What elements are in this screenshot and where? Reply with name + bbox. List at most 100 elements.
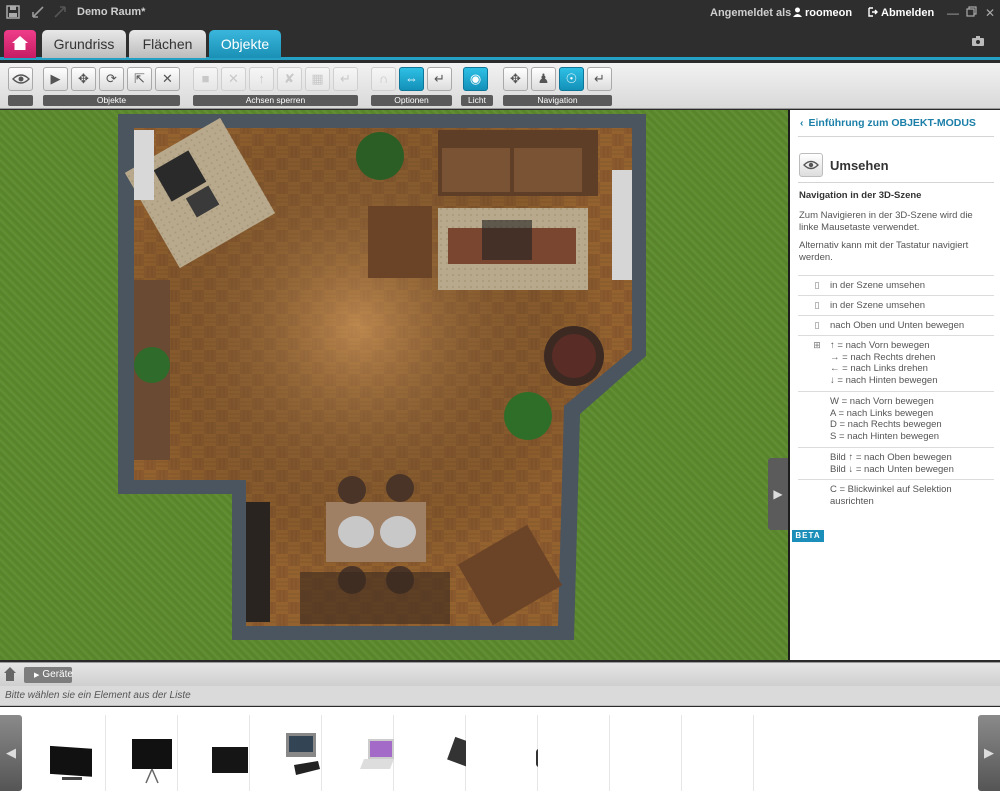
row-line: ↓ = nach Hinten bewegen — [830, 374, 938, 386]
select-tool-button[interactable]: ▶ — [43, 67, 68, 91]
group-label-achsen: Achsen sperren — [193, 95, 358, 106]
beta-badge: BETA — [792, 530, 824, 542]
chevron-right-icon: ▶ — [984, 745, 994, 760]
reset-icon: ↵ — [434, 71, 445, 86]
row-line: S = nach Hinten bewegen — [830, 430, 940, 442]
lock-axis-4-button[interactable]: ✘ — [277, 67, 302, 91]
tab-objekte[interactable]: Objekte — [209, 30, 281, 58]
catalog-item-cabinet[interactable] — [542, 715, 610, 791]
look-around-button[interactable] — [8, 67, 33, 91]
option-1-button[interactable]: ∩ — [371, 67, 396, 91]
mouse-icon: ▯ — [814, 300, 820, 310]
intro-link[interactable]: ‹ Einführung zum OBJEKT-MODUS — [800, 117, 976, 129]
minimize-icon[interactable]: — — [946, 6, 960, 20]
axis-z-icon: ✘ — [284, 71, 295, 86]
nav-fly-button[interactable]: ☉ — [559, 67, 584, 91]
username[interactable]: roomeon — [793, 7, 852, 19]
catalog-item-computer[interactable] — [254, 715, 322, 791]
list-item: ⊞ ↑ = nach Vorn bewegen → = nach Rechts … — [798, 335, 994, 391]
3d-scene[interactable]: ▶ — [0, 110, 788, 660]
row-line: ausrichten — [830, 495, 874, 507]
rotate-icon: ⟳ — [106, 71, 117, 86]
row-text: W = nach Vorn bewegen A = nach Links bew… — [830, 396, 990, 442]
login-label: Angemeldet als — [710, 7, 792, 19]
nav-orbit-button[interactable]: ✥ — [503, 67, 528, 91]
chevron-left-icon: ◀ — [6, 745, 16, 760]
nav-walk-button[interactable]: ♟ — [531, 67, 556, 91]
list-item: W = nach Vorn bewegen A = nach Links bew… — [798, 391, 994, 447]
rotate-tool-button[interactable]: ⟳ — [99, 67, 124, 91]
row-text: nach Oben und Unten bewegen — [830, 320, 965, 331]
catalog-item-laptop[interactable] — [326, 715, 394, 791]
group-label-navigation: Navigation — [503, 95, 612, 106]
row-text: Bild ↑ = nach Oben bewegen Bild ↓ = nach… — [830, 452, 990, 475]
panel-title: Umsehen — [830, 158, 889, 173]
house-icon — [12, 36, 28, 50]
axis-y-icon: ↑ — [258, 71, 265, 86]
catalog-item-tv-2[interactable] — [110, 715, 178, 791]
panel-paragraph-2: Alternativ kann mit der Tastatur navigie… — [799, 240, 969, 263]
catalog-shelf: ◀ ▶ — [0, 707, 1000, 800]
category-chip[interactable]: ▶ Geräte — [24, 667, 73, 683]
intro-link-text: Einführung zum OBJEKT-MODUS — [808, 117, 976, 129]
user-icon — [793, 7, 802, 17]
option-3-button[interactable]: ↵ — [427, 67, 452, 91]
tab-flaechen[interactable]: Flächen — [129, 30, 206, 58]
chevron-left-icon: ‹ — [800, 117, 804, 129]
logout-button[interactable]: Abmelden — [868, 7, 934, 19]
panel-paragraph-1: Zum Navigieren in der 3D-Szene wird die … — [799, 210, 973, 233]
home-button[interactable] — [4, 30, 36, 58]
row-line: ← = nach Links drehen — [830, 363, 928, 374]
catalog-item-telephone[interactable] — [614, 715, 682, 791]
row-text: C = Blickwinkel auf Selektion ausrichten — [830, 484, 990, 507]
save-icon[interactable] — [5, 5, 21, 21]
panel-expander[interactable]: ▶ — [768, 458, 788, 530]
lock-axis-1-button[interactable]: ■ — [193, 67, 218, 91]
close-icon[interactable]: ✕ — [983, 6, 997, 20]
catalog-home-icon[interactable] — [4, 667, 18, 683]
delete-tool-button[interactable]: ✕ — [155, 67, 180, 91]
catalog-item-tv-1[interactable] — [38, 715, 106, 791]
undo-icon: ↵ — [340, 71, 351, 86]
nav-reset-icon: ↵ — [594, 71, 605, 86]
catalog-item-receiver[interactable] — [686, 715, 754, 791]
window-title: Demo Raum* — [77, 6, 146, 18]
delete-icon: ✕ — [162, 71, 173, 86]
resize-icon[interactable] — [30, 5, 46, 21]
lock-axis-5-button[interactable]: ▦ — [305, 67, 330, 91]
tab-bar: Grundriss Flächen Objekte — [0, 26, 1000, 60]
expand-icon[interactable] — [52, 5, 68, 21]
lock-axis-2-button[interactable]: ✕ — [221, 67, 246, 91]
move-tool-button[interactable]: ✥ — [71, 67, 96, 91]
list-item: ▯ nach Oben und Unten bewegen — [798, 315, 994, 335]
chevron-right-icon: ▶ — [34, 672, 40, 679]
scale-tool-button[interactable]: ⇱ — [127, 67, 152, 91]
logout-icon — [868, 7, 878, 17]
scroll-right-button[interactable]: ▶ — [978, 715, 1000, 791]
catalog-item-phone[interactable] — [398, 715, 466, 791]
option-snap-button[interactable]: ⇔ — [399, 67, 424, 91]
group-label-objekte: Objekte — [43, 95, 180, 106]
lock-icon: ■ — [201, 71, 210, 86]
light-button[interactable]: ◉ — [463, 67, 488, 91]
nav-reset-button[interactable]: ↵ — [587, 67, 612, 91]
snap-icon: ⇔ — [405, 71, 418, 86]
row-text: in der Szene umsehen — [830, 280, 926, 291]
category-label: Geräte — [42, 669, 73, 680]
lock-axis-6-button[interactable]: ↵ — [333, 67, 358, 91]
maximize-icon[interactable] — [964, 6, 978, 20]
catalog-item-tv-3[interactable] — [182, 715, 250, 791]
camera-icon[interactable] — [972, 36, 986, 48]
room-floorplan — [118, 114, 646, 640]
scroll-left-button[interactable]: ◀ — [0, 715, 22, 791]
divider — [798, 182, 994, 183]
tab-grundriss[interactable]: Grundriss — [42, 30, 126, 58]
catalog-item-projector[interactable] — [470, 715, 538, 791]
list-item: ▯ in der Szene umsehen — [798, 275, 994, 295]
row-text: ↑ = nach Vorn bewegen → = nach Rechts dr… — [830, 340, 990, 386]
panel-subtitle: Navigation in der 3D-Szene — [799, 190, 922, 201]
row-line: C = Blickwinkel auf Selektion — [830, 484, 952, 495]
row-line: A = nach Links bewegen — [830, 407, 934, 419]
divider — [798, 136, 994, 137]
lock-axis-3-button[interactable]: ↑ — [249, 67, 274, 91]
